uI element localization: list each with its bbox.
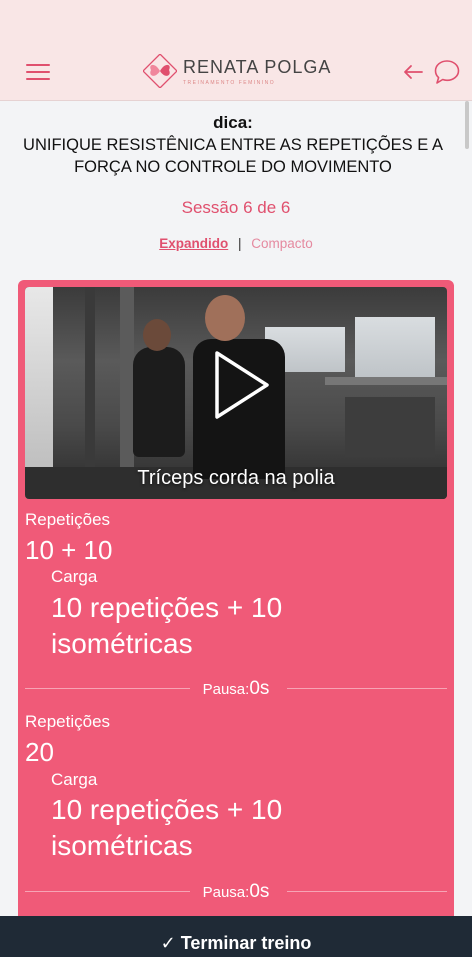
gym-window [355,317,435,377]
gym-machine [345,397,435,457]
session-counter: Sessão 6 de 6 [181,198,291,217]
reps-label: Repetições [25,510,111,529]
butterfly-logo-icon [143,54,177,88]
mirror-reflection-head [143,319,171,351]
reps-value: 20 [25,737,54,767]
exercise-title: Tríceps corda na polia [137,467,335,489]
pause-row: Pausa:0s [25,678,447,700]
athlete-head [205,295,245,341]
play-icon[interactable] [213,349,271,421]
reps-label: Repetições [25,712,111,731]
exercise-card: Tríceps corda na polia Repetições 10 + 1… [18,280,454,940]
view-separator: | [237,236,242,251]
tip-title: dica: [213,113,253,132]
pause-info: Pausa:0s [25,881,447,903]
brand-subtitle: TREINAMENTO FEMININO [183,79,276,86]
hamburger-menu-icon[interactable] [26,64,50,80]
load-value: 10 repetições + 10 isométricas [51,592,283,659]
brand-logo: RENATA POLGA TREINAMENTO FEMININO [143,54,331,88]
load-label: Carga [51,770,98,789]
mirror-reflection [133,347,185,457]
exercise-video[interactable]: Tríceps corda na polia [25,287,447,499]
machine-frame [325,377,447,385]
brand-name: RENATA POLGA [183,56,332,77]
pause-value: 0s [249,678,270,699]
view-toggle: Expandido | Compacto [0,236,472,251]
tip-text: UNIFIQUE RESISTÊNICA ENTRE AS REPETIÇÕES… [23,136,443,176]
load-value: 10 repetições + 10 isométricas [51,794,283,861]
load-label: Carga [51,567,98,586]
view-expanded-link[interactable]: Expandido [159,236,228,251]
finish-workout-button[interactable]: ✓ Terminar treino [0,916,472,957]
reps-value: 10 + 10 [25,535,113,565]
view-compact-link[interactable]: Compacto [251,236,313,251]
chat-bubble-icon[interactable] [433,58,461,86]
pause-info: Pausa:0s [25,678,447,700]
pause-label: Pausa: [202,681,250,698]
pause-label: Pausa: [202,884,250,901]
pause-value: 0s [249,881,270,902]
arrow-left-icon[interactable] [402,63,424,81]
app-header: RENATA POLGA TREINAMENTO FEMININO [0,0,472,101]
pause-row: Pausa:0s [25,881,447,903]
